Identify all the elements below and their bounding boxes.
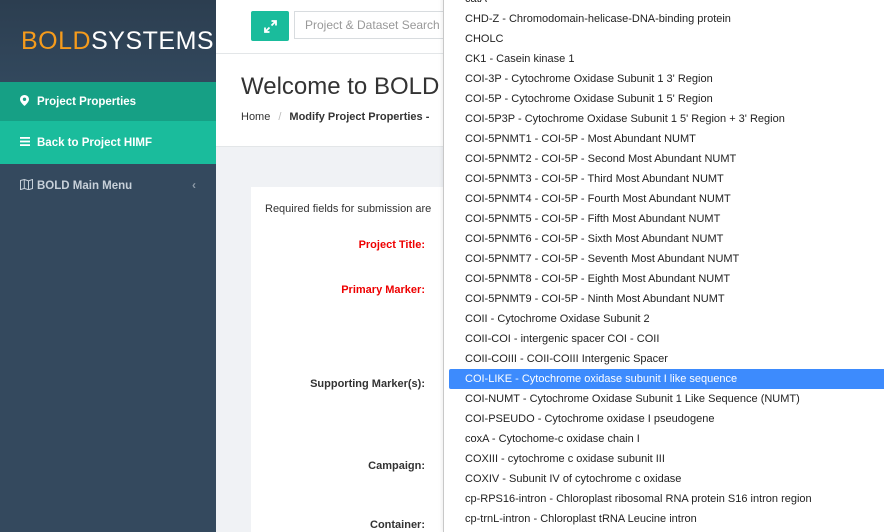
breadcrumb-separator: /: [278, 111, 282, 123]
expand-icon: [263, 19, 277, 33]
dropdown-option[interactable]: COII - Cytochrome Oxidase Subunit 2: [444, 309, 884, 329]
supporting-markers-label: Supporting Marker(s):: [310, 378, 425, 390]
bold-systems-logo[interactable]: BOLD SYSTEMS: [0, 0, 216, 82]
container-label: Container:: [370, 519, 425, 531]
dropdown-option[interactable]: COI-5PNMT3 - COI-5P - Third Most Abundan…: [444, 169, 884, 189]
breadcrumb-current: Modify Project Properties -: [289, 111, 430, 123]
dropdown-option[interactable]: COI-5PNMT7 - COI-5P - Seventh Most Abund…: [444, 249, 884, 269]
dropdown-option[interactable]: COII-COIII - COII-COIII Intergenic Space…: [444, 349, 884, 369]
dropdown-option[interactable]: COI-5PNMT2 - COI-5P - Second Most Abunda…: [444, 149, 884, 169]
dropdown-option[interactable]: CK1 - Casein kinase 1: [444, 49, 884, 69]
sidebar-item-label: Back to Project HIMF: [37, 136, 153, 149]
form-panel: Required fields for submission are Proje…: [251, 187, 451, 532]
dropdown-option[interactable]: COI-5PNMT1 - COI-5P - Most Abundant NUMT: [444, 129, 884, 149]
page-title: Welcome to BOLD: [241, 73, 440, 100]
dropdown-option[interactable]: COXIII - cytochrome c oxidase subunit II…: [444, 449, 884, 469]
dropdown-option[interactable]: COI-5PNMT9 - COI-5P - Ninth Most Abundan…: [444, 289, 884, 309]
dropdown-option[interactable]: COI-5PNMT6 - COI-5P - Sixth Most Abundan…: [444, 229, 884, 249]
dropdown-option[interactable]: catA: [444, 0, 884, 9]
map-icon: [20, 178, 34, 193]
dropdown-option[interactable]: COI-NUMT - Cytochrome Oxidase Subunit 1 …: [444, 389, 884, 409]
sidebar-item-project-properties[interactable]: Project Properties: [0, 82, 216, 121]
breadcrumb: Home / Modify Project Properties -: [241, 111, 429, 123]
breadcrumb-home-link[interactable]: Home: [241, 111, 270, 123]
logo-bold-text: BOLD: [21, 26, 92, 55]
dropdown-option[interactable]: CHOLC: [444, 29, 884, 49]
project-dataset-search-input[interactable]: Project & Dataset Search: [294, 11, 454, 39]
dropdown-option[interactable]: COI-LIKE - Cytochrome oxidase subunit I …: [449, 369, 884, 389]
dropdown-option[interactable]: COII-COI - intergenic spacer COI - COII: [444, 329, 884, 349]
sidebar-item-label: Project Properties: [37, 95, 137, 108]
required-fields-note: Required fields for submission are: [265, 203, 432, 215]
bars-icon: [20, 136, 34, 149]
sidebar-item-main-menu[interactable]: BOLD Main Menu ‹: [0, 164, 216, 207]
primary-marker-dropdown-list[interactable]: catACHD-Z - Chromodomain-helicase-DNA-bi…: [443, 0, 884, 532]
dropdown-option[interactable]: COI-5P3P - Cytochrome Oxidase Subunit 1 …: [444, 109, 884, 129]
dropdown-option[interactable]: COI-PSEUDO - Cytochrome oxidase I pseudo…: [444, 409, 884, 429]
logo-systems-text: SYSTEMS: [91, 26, 215, 55]
dropdown-option[interactable]: COI-5PNMT8 - COI-5P - Eighth Most Abunda…: [444, 269, 884, 289]
dropdown-option[interactable]: COXIV - Subunit IV of cytochrome c oxida…: [444, 469, 884, 489]
map-marker-icon: [20, 94, 34, 109]
sidebar-item-back-to-project[interactable]: Back to Project HIMF: [0, 121, 216, 164]
dropdown-option[interactable]: COI-5PNMT4 - COI-5P - Fourth Most Abunda…: [444, 189, 884, 209]
primary-marker-label: Primary Marker:: [341, 284, 425, 296]
chevron-left-icon: ‹: [192, 178, 196, 192]
dropdown-option[interactable]: cp-RPS16-intron - Chloroplast ribosomal …: [444, 489, 884, 509]
sidebar-item-label: BOLD Main Menu: [37, 179, 133, 192]
dropdown-option[interactable]: COI-3P - Cytochrome Oxidase Subunit 1 3'…: [444, 69, 884, 89]
dropdown-option[interactable]: COI-5PNMT5 - COI-5P - Fifth Most Abundan…: [444, 209, 884, 229]
fullscreen-button[interactable]: [251, 11, 289, 41]
dropdown-option[interactable]: CHD-Z - Chromodomain-helicase-DNA-bindin…: [444, 9, 884, 29]
dropdown-option[interactable]: coxA - Cytochome-c oxidase chain I: [444, 429, 884, 449]
dropdown-option[interactable]: cp-trnL-intron - Chloroplast tRNA Leucin…: [444, 509, 884, 529]
dropdown-option[interactable]: COI-5P - Cytochrome Oxidase Subunit 1 5'…: [444, 89, 884, 109]
project-title-label: Project Title:: [358, 239, 425, 251]
campaign-label: Campaign:: [368, 460, 425, 472]
sidebar: BOLD SYSTEMS Project Properties Back to P…: [0, 0, 216, 532]
